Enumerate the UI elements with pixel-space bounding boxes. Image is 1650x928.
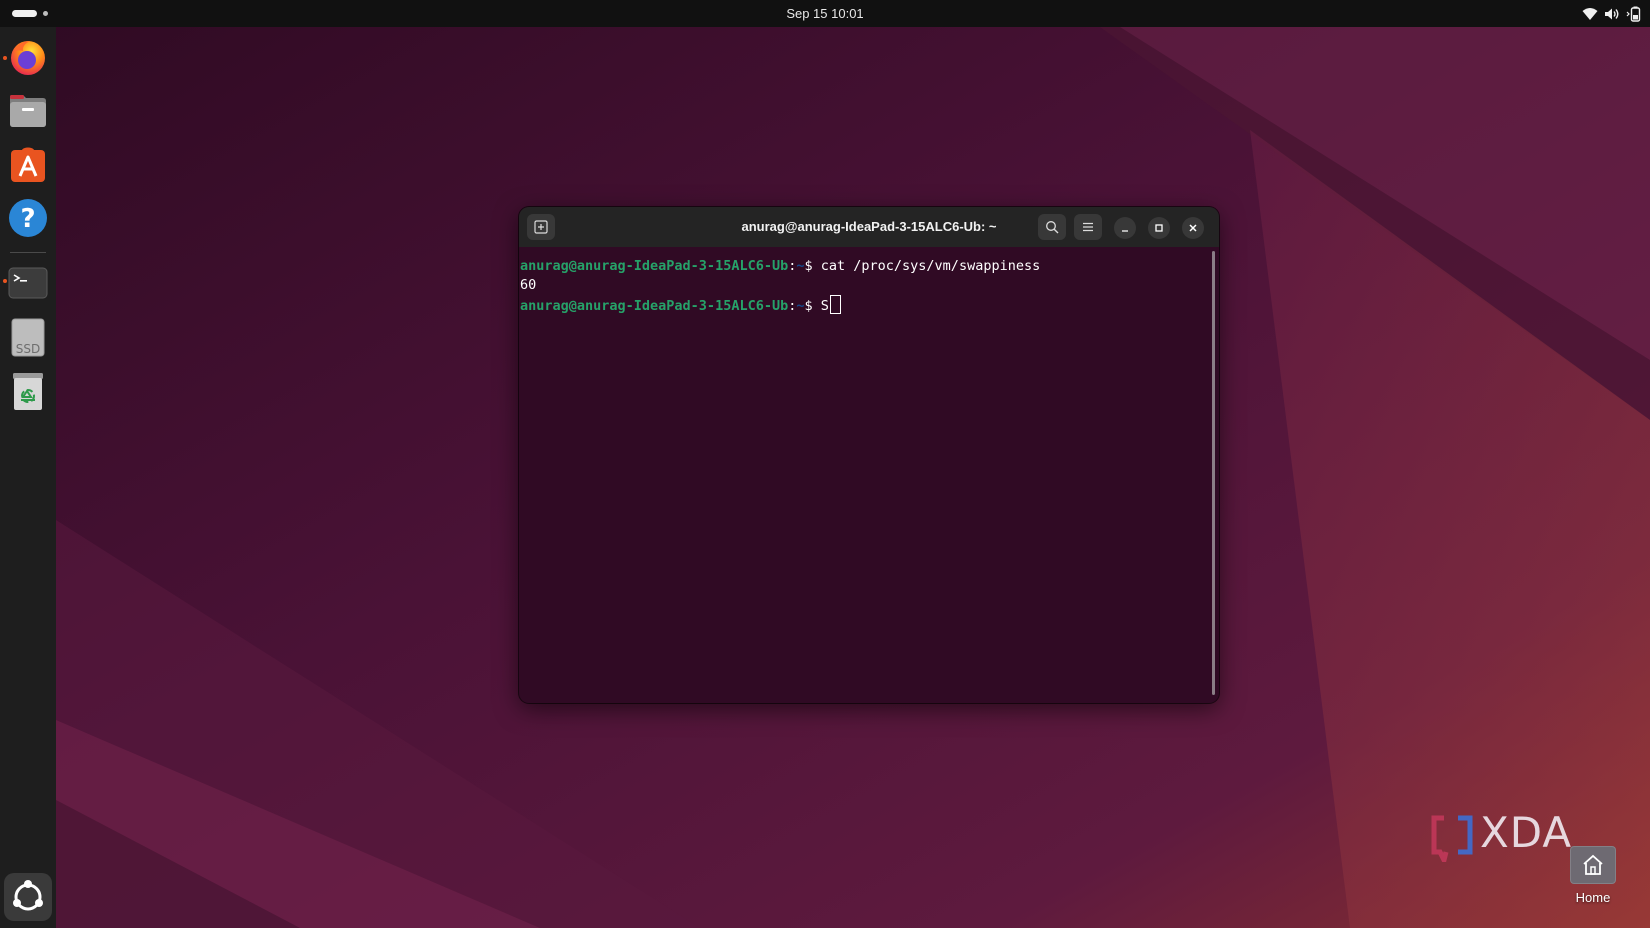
close-button[interactable] <box>1182 217 1204 239</box>
show-apps-icon <box>13 880 43 911</box>
terminal-output[interactable]: anurag@anurag-IdeaPad-3-15ALC6-Ub:~$ cat… <box>520 247 1210 703</box>
terminal-line: 60 <box>520 276 536 295</box>
app-center-icon <box>11 147 45 182</box>
command-input[interactable]: S <box>813 298 829 314</box>
maximize-icon <box>1155 224 1163 232</box>
close-icon <box>1189 224 1197 232</box>
terminal-window[interactable]: anurag@anurag-IdeaPad-3-15ALC6-Ub: ~ anu… <box>519 207 1219 703</box>
prompt-path: ~ <box>796 258 805 274</box>
search-icon <box>1046 221 1059 234</box>
help-icon: ? <box>9 199 47 237</box>
home-folder-desktop-icon[interactable] <box>1570 846 1616 884</box>
text-cursor <box>829 295 841 314</box>
running-indicator <box>3 279 7 283</box>
trash-icon <box>13 373 43 410</box>
wifi-icon <box>1582 8 1598 20</box>
show-apps-button[interactable] <box>4 873 52 921</box>
dock-item-files[interactable] <box>8 90 48 130</box>
battery-icon <box>1626 6 1641 22</box>
ssd-label: SSD <box>16 342 40 356</box>
hamburger-menu-icon <box>1083 222 1093 232</box>
dock-separator <box>10 252 46 253</box>
files-icon <box>10 95 46 127</box>
maximize-button[interactable] <box>1148 217 1170 239</box>
terminal-icon <box>8 267 48 299</box>
clock-text[interactable]: Sep 15 10:01 <box>780 4 869 23</box>
dock-item-terminal[interactable] <box>8 263 48 303</box>
home-icon <box>1583 854 1603 875</box>
new-tab-icon <box>534 220 548 234</box>
new-tab-button[interactable] <box>527 214 555 240</box>
prompt-user-host: anurag@anurag-IdeaPad-3-15ALC6-Ub <box>520 298 789 314</box>
dock-item-app-center[interactable] <box>8 144 48 184</box>
svg-text:?: ? <box>20 204 35 234</box>
top-bar: Sep 15 10:01 <box>0 0 1650 27</box>
dock: ? SSD <box>0 27 56 928</box>
dock-item-ssd[interactable]: SSD <box>8 317 48 357</box>
terminal-header-bar[interactable]: anurag@anurag-IdeaPad-3-15ALC6-Ub: ~ <box>519 207 1219 247</box>
desktop: Sep 15 10:01 ? SSD anurag@anurag-IdeaPad… <box>0 0 1650 928</box>
prompt-symbol: $ <box>804 298 813 314</box>
dock-item-firefox[interactable] <box>8 37 48 77</box>
terminal-line: anurag@anurag-IdeaPad-3-15ALC6-Ub:~$ cat… <box>520 257 1040 276</box>
prompt-symbol: $ <box>804 258 813 274</box>
dock-item-trash[interactable] <box>8 371 48 411</box>
command-output: 60 <box>520 277 537 293</box>
minimize-button[interactable] <box>1114 217 1136 239</box>
prompt-user-host: anurag@anurag-IdeaPad-3-15ALC6-Ub <box>520 258 789 274</box>
firefox-icon <box>11 41 45 75</box>
clock[interactable]: Sep 15 10:01 <box>0 0 1650 27</box>
xda-watermark-text: XDA <box>1480 808 1573 857</box>
command-text: cat /proc/sys/vm/swappiness <box>812 258 1041 274</box>
menu-button[interactable] <box>1074 214 1102 240</box>
volume-icon <box>1605 8 1619 20</box>
minimize-icon <box>1122 230 1128 232</box>
dock-item-help[interactable]: ? <box>8 198 48 238</box>
system-tray[interactable] <box>1582 5 1642 23</box>
terminal-title: anurag@anurag-IdeaPad-3-15ALC6-Ub: ~ <box>741 219 997 234</box>
terminal-line: anurag@anurag-IdeaPad-3-15ALC6-Ub:~$ S <box>520 295 841 314</box>
scrollbar[interactable] <box>1212 251 1215 695</box>
home-folder-label[interactable]: Home <box>1553 890 1633 905</box>
xda-logo-icon <box>1431 815 1473 862</box>
ssd-drive-icon: SSD <box>11 318 45 357</box>
prompt-path: ~ <box>796 298 805 314</box>
running-indicator <box>3 56 7 60</box>
search-button[interactable] <box>1038 214 1066 240</box>
xda-watermark: XDA <box>1430 808 1590 862</box>
